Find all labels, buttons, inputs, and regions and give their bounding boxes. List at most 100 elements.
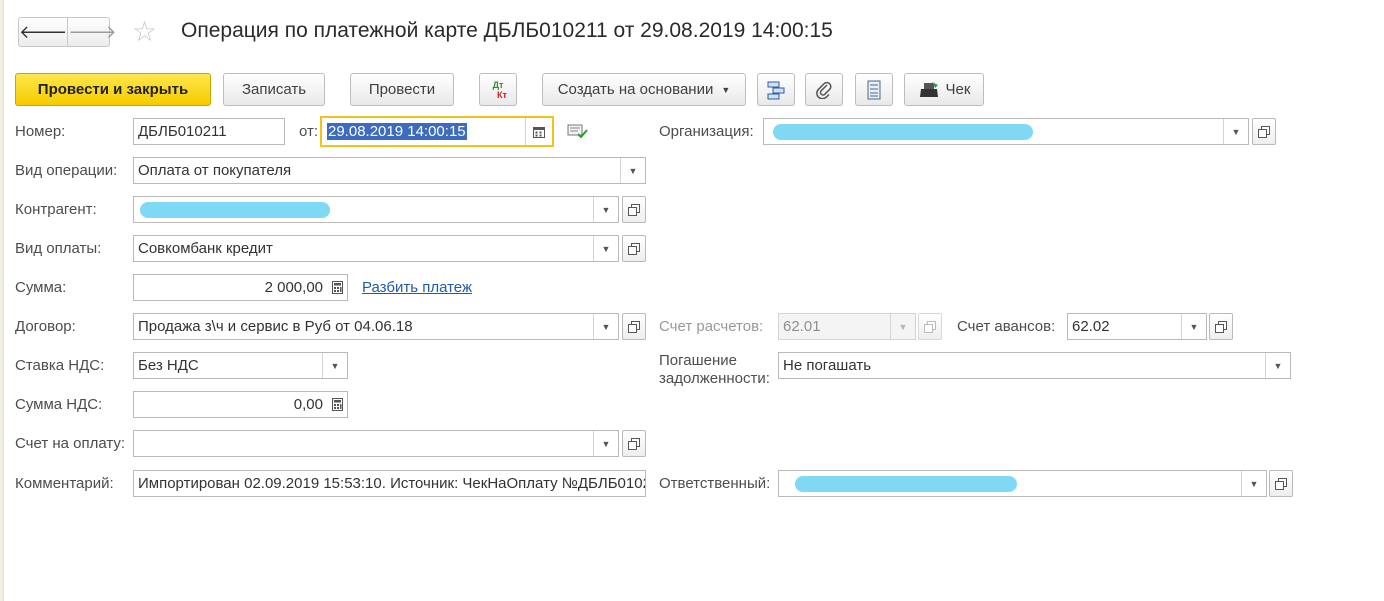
attachments-button[interactable] xyxy=(805,73,843,106)
chevron-down-icon: ▼ xyxy=(721,84,731,95)
open-window-icon xyxy=(628,437,640,450)
date-value: 29.08.2019 14:00:15 xyxy=(327,123,467,140)
chevron-down-icon: ▼ xyxy=(1189,321,1199,332)
organization-label: Организация: xyxy=(659,123,754,140)
invoice-dropdown-button[interactable]: ▼ xyxy=(593,431,618,456)
responsible-open-button[interactable] xyxy=(1269,470,1293,497)
debt-repayment-field[interactable]: Не погашать ▼ xyxy=(778,352,1291,379)
chevron-down-icon: ▼ xyxy=(1231,126,1241,137)
invoice-field[interactable]: ▼ xyxy=(133,430,619,457)
amount-value: 2 000,00 xyxy=(264,279,323,296)
contract-field[interactable]: Продажа з\ч и сервис в Руб от 04.06.18 ▼ xyxy=(133,313,619,340)
favorite-star-icon[interactable]: ☆ xyxy=(132,17,157,47)
counterparty-open-button[interactable] xyxy=(622,196,646,223)
comment-value: Импортирован 02.09.2019 15:53:10. Источн… xyxy=(138,475,645,492)
operation-type-dropdown-button[interactable]: ▼ xyxy=(620,158,645,183)
document-check-icon[interactable] xyxy=(567,122,589,144)
responsible-dropdown-button[interactable]: ▼ xyxy=(1241,471,1266,496)
back-button[interactable]: 🡐 xyxy=(19,18,67,46)
debt-repayment-label-line-2: задолженности: xyxy=(659,370,770,387)
operation-type-field[interactable]: Оплата от покупателя ▼ xyxy=(133,157,646,184)
open-window-icon xyxy=(628,242,640,255)
post-and-close-button[interactable]: Провести и закрыть xyxy=(15,73,211,106)
advance-account-field[interactable]: 62.02 ▼ xyxy=(1067,313,1207,340)
receipt-label: Чек xyxy=(945,81,971,98)
chevron-down-icon: ▼ xyxy=(601,438,611,449)
navigation-buttons: 🡐 🡒 xyxy=(18,17,117,47)
counterparty-dropdown-button[interactable]: ▼ xyxy=(593,197,618,222)
create-based-on-button[interactable]: Создать на основании ▼ xyxy=(542,73,746,106)
counterparty-label: Контрагент: xyxy=(15,201,97,218)
payment-type-value: Совкомбанк кредит xyxy=(138,240,273,257)
advance-account-value: 62.02 xyxy=(1072,318,1110,335)
advance-account-dropdown-button[interactable]: ▼ xyxy=(1181,314,1206,339)
calendar-button[interactable] xyxy=(525,118,552,145)
kt-label: Кт xyxy=(497,89,507,100)
report-button[interactable] xyxy=(855,73,893,106)
advance-account-label: Счет авансов: xyxy=(957,318,1056,335)
contract-dropdown-button[interactable]: ▼ xyxy=(593,314,618,339)
invoice-label: Счет на оплату: xyxy=(15,435,126,452)
number-field[interactable]: ДБЛБ010211 xyxy=(133,118,285,145)
structure-button[interactable] xyxy=(757,73,795,106)
settlement-account-dropdown-button: ▼ xyxy=(890,314,915,339)
debt-repayment-value: Не погашать xyxy=(783,357,872,374)
receipt-button[interactable]: Чек xyxy=(904,73,984,106)
calculator-button[interactable] xyxy=(327,275,347,300)
calculator-icon xyxy=(331,281,343,294)
chevron-down-icon: ▼ xyxy=(601,204,611,215)
post-button[interactable]: Провести xyxy=(350,73,454,106)
invoice-value xyxy=(134,431,593,456)
contract-open-button[interactable] xyxy=(622,313,646,340)
invoice-open-button[interactable] xyxy=(622,430,646,457)
open-window-icon xyxy=(628,203,640,216)
settlement-account-value: 62.01 xyxy=(783,318,821,335)
chevron-down-icon: ▼ xyxy=(628,165,638,176)
vat-amount-label: Сумма НДС: xyxy=(15,396,103,413)
vat-rate-dropdown-button[interactable]: ▼ xyxy=(322,353,347,378)
calendar-icon xyxy=(533,126,545,138)
vat-amount-field[interactable]: 0,00 xyxy=(133,391,348,418)
calculator-button[interactable] xyxy=(327,392,347,417)
comment-label: Комментарий: xyxy=(15,475,114,492)
organization-open-button[interactable] xyxy=(1252,118,1276,145)
vat-rate-value: Без НДС xyxy=(138,357,199,374)
advance-account-open-button[interactable] xyxy=(1209,313,1233,340)
payment-type-field[interactable]: Совкомбанк кредит ▼ xyxy=(133,235,619,262)
split-payment-link[interactable]: Разбить платеж xyxy=(362,279,472,296)
payment-type-open-button[interactable] xyxy=(622,235,646,262)
structure-icon xyxy=(767,81,785,99)
date-field[interactable]: 29.08.2019 14:00:15 xyxy=(320,116,554,147)
payment-type-dropdown-button[interactable]: ▼ xyxy=(593,236,618,261)
arrow-right-icon: 🡒 xyxy=(68,21,117,42)
debt-repayment-label-line-1: Погашение xyxy=(659,352,737,369)
open-window-icon xyxy=(1258,125,1270,138)
debt-repayment-dropdown-button[interactable]: ▼ xyxy=(1265,353,1290,378)
debt-repayment-label: Погашение задолженности: xyxy=(659,352,770,388)
operation-type-value: Оплата от покупателя xyxy=(138,162,292,179)
redaction-mark xyxy=(795,476,1017,492)
cash-register-icon xyxy=(919,81,938,97)
vat-amount-value: 0,00 xyxy=(293,396,323,413)
dt-label: Дт xyxy=(492,79,504,90)
payment-type-label: Вид оплаты: xyxy=(15,240,102,257)
vat-rate-field[interactable]: Без НДС ▼ xyxy=(133,352,348,379)
contract-label: Договор: xyxy=(15,318,76,335)
chevron-down-icon: ▼ xyxy=(898,321,908,332)
open-window-icon xyxy=(924,320,936,333)
organization-dropdown-button[interactable]: ▼ xyxy=(1223,119,1248,144)
paperclip-icon xyxy=(816,81,832,99)
open-window-icon xyxy=(1275,477,1287,490)
settlement-account-open-button xyxy=(918,313,942,340)
chevron-down-icon: ▼ xyxy=(601,243,611,254)
dt-kt-button[interactable]: Дт Кт xyxy=(479,73,517,106)
page-title: Операция по платежной карте ДБЛБ010211 о… xyxy=(181,19,833,42)
comment-field[interactable]: Импортирован 02.09.2019 15:53:10. Источн… xyxy=(133,470,646,497)
amount-field[interactable]: 2 000,00 xyxy=(133,274,348,301)
window-left-edge xyxy=(0,0,4,601)
redaction-mark xyxy=(140,202,330,218)
responsible-label: Ответственный: xyxy=(659,475,771,492)
forward-button[interactable]: 🡒 xyxy=(67,18,117,46)
save-button[interactable]: Записать xyxy=(223,73,325,106)
settlement-account-field: 62.01 ▼ xyxy=(778,313,916,340)
